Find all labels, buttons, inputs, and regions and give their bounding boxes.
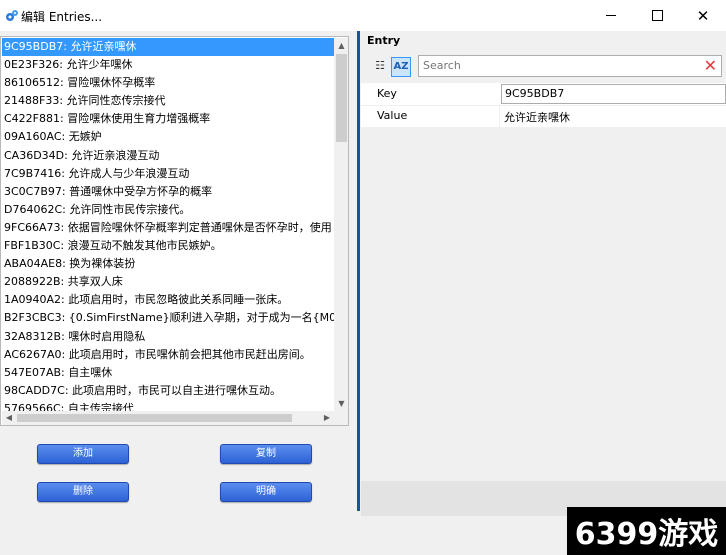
list-item[interactable]: 9C95BDB7: 允许近亲嘿休	[2, 38, 334, 57]
vertical-scroll-thumb[interactable]	[336, 54, 347, 142]
categorized-view-icon[interactable]: ☷	[370, 57, 390, 77]
delete-button[interactable]: 删除	[37, 482, 129, 502]
list-item[interactable]: 21488F33: 允许同性恋传宗接代	[2, 92, 334, 110]
list-item[interactable]: 9FC66A73: 依据冒险嘿休怀孕概率判定普通嘿休是否怀孕时，使用	[2, 219, 334, 237]
list-item[interactable]: 5769566C: 自主传宗接代	[2, 400, 334, 411]
property-grid: Entry ☷ AZ Search ✕ Key 9C95BDB7 Value 允…	[361, 31, 726, 481]
ok-button[interactable]: 明确	[220, 482, 312, 502]
list-item[interactable]: 32A8312B: 嘿休时启用隐私	[2, 328, 334, 346]
list-item[interactable]: AC6267A0: 此项启用时，市民嘿休前会把其他市民赶出房间。	[2, 346, 334, 364]
list-item[interactable]: 547E07AB: 自主嘿休	[2, 364, 334, 382]
list-item[interactable]: B2F3CBC3: {0.SimFirstName}顺利进入孕期，对于成为一名{…	[2, 309, 334, 327]
horizontal-scroll-thumb[interactable]	[17, 414, 292, 422]
horizontal-scrollbar[interactable]: ◀ ▶	[2, 411, 334, 425]
vertical-scrollbar[interactable]: ▲ ▼	[334, 38, 348, 411]
property-name: Key	[377, 87, 397, 100]
property-grid-header: Entry	[367, 34, 401, 47]
copy-button[interactable]: 复制	[220, 444, 312, 464]
key-value-field[interactable]: 9C95BDB7	[501, 84, 726, 104]
watermark-logo: 6399游戏	[567, 507, 726, 555]
list-item[interactable]: 1A0940A2: 此项启用时，市民忽略彼此关系同睡一张床。	[2, 291, 334, 309]
maximize-icon	[651, 10, 663, 21]
scroll-up-icon[interactable]: ▲	[334, 38, 348, 53]
close-button[interactable]: ✕	[680, 0, 726, 31]
scroll-right-icon[interactable]: ▶	[320, 411, 334, 425]
list-item[interactable]: D764062C: 允许同性市民传宗接代。	[2, 201, 334, 219]
alphabetical-sort-icon[interactable]: AZ	[391, 57, 411, 77]
list-item[interactable]: C422F881: 冒险嘿休使用生育力增强概率	[2, 110, 334, 128]
app-gear-icon	[6, 10, 18, 21]
list-item[interactable]: CA36D34D: 允许近亲浪漫互动	[2, 147, 334, 165]
list-item[interactable]: 86106512: 冒险嘿休怀孕概率	[2, 74, 334, 92]
key-value-text: 9C95BDB7	[505, 87, 565, 100]
scroll-corner	[334, 411, 348, 425]
list-item[interactable]: ABA04AE8: 换为裸体装扮	[2, 255, 334, 273]
entries-listbox[interactable]: 9C95BDB7: 允许近亲嘿休 0E23F326: 允许少年嘿休 86106512…	[0, 36, 349, 426]
minimize-button[interactable]	[588, 0, 634, 31]
property-name: Value	[377, 109, 408, 122]
close-icon: ✕	[696, 6, 710, 25]
property-grid-toolbar: ☷ AZ Search ✕	[361, 54, 726, 84]
list-item[interactable]: FBF1B30C: 浪漫互动不触发其他市民嫉妒。	[2, 237, 334, 255]
list-item[interactable]: 09A160AC: 无嫉妒	[2, 128, 334, 146]
window-title: 编辑 Entries...	[21, 10, 103, 24]
column-separator	[499, 106, 500, 127]
property-rows: Key 9C95BDB7 Value 允许近亲嘿休	[361, 83, 726, 128]
minimize-icon	[606, 15, 616, 16]
list-item[interactable]: 2088922B: 共享双人床	[2, 273, 334, 291]
property-value: 允许近亲嘿休	[504, 111, 570, 124]
scroll-left-icon[interactable]: ◀	[2, 411, 16, 425]
title-bar: 编辑 Entries... ✕	[0, 0, 726, 31]
list-item[interactable]: 98CADD7C: 此项启用时，市民可以自主进行嘿休互动。	[2, 382, 334, 400]
scroll-down-icon[interactable]: ▼	[334, 396, 348, 411]
splitter[interactable]	[357, 31, 360, 511]
list-item[interactable]: 0E23F326: 允许少年嘿休	[2, 56, 334, 74]
property-row-value[interactable]: Value 允许近亲嘿休	[361, 106, 726, 128]
search-placeholder: Search	[423, 59, 461, 72]
add-button[interactable]: 添加	[37, 444, 129, 464]
entries-list[interactable]: 9C95BDB7: 允许近亲嘿休 0E23F326: 允许少年嘿休 86106512…	[2, 38, 334, 411]
maximize-button[interactable]	[634, 0, 680, 31]
clear-search-icon[interactable]: ✕	[704, 57, 717, 75]
property-row-key[interactable]: Key 9C95BDB7	[361, 84, 726, 106]
list-item[interactable]: 3C0C7B97: 普通嘿休中受孕方怀孕的概率	[2, 183, 334, 201]
search-input[interactable]: Search ✕	[418, 55, 722, 77]
list-item[interactable]: 7C9B7416: 允许成人与少年浪漫互动	[2, 165, 334, 183]
